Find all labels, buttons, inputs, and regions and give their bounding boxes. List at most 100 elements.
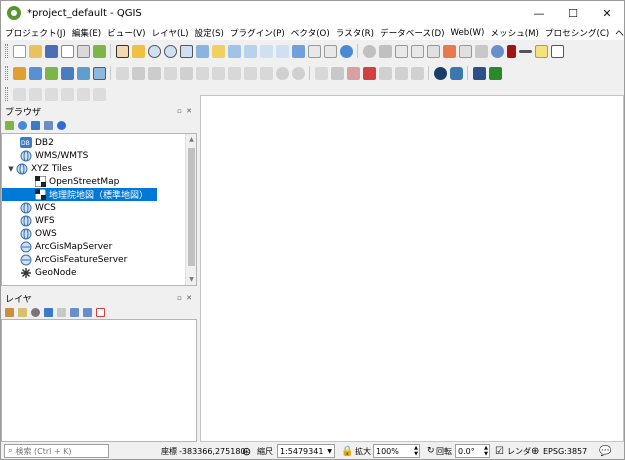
add-part-icon[interactable] bbox=[44, 87, 58, 101]
zoom-full-icon[interactable] bbox=[195, 44, 209, 58]
collapse-all-icon[interactable] bbox=[44, 120, 53, 130]
edit-pencil-icon[interactable] bbox=[115, 66, 129, 80]
paste-features-icon[interactable] bbox=[259, 66, 273, 80]
move-feature-icon[interactable] bbox=[195, 66, 209, 80]
browser-tree[interactable]: DB DB2 WMS/WMTS ▼ XYZ Tiles OpenStreetMa… bbox=[1, 133, 197, 286]
measure-icon[interactable] bbox=[518, 49, 532, 53]
new-temporary-layer-icon[interactable] bbox=[76, 66, 90, 80]
field-calculator-icon[interactable] bbox=[474, 44, 488, 58]
menu-edit[interactable]: 編集(E) bbox=[72, 27, 101, 39]
tree-item-wfs[interactable]: WFS bbox=[2, 214, 185, 227]
whats-this-icon[interactable] bbox=[488, 66, 502, 80]
text-annotation-icon[interactable] bbox=[550, 44, 564, 58]
undo-icon[interactable] bbox=[275, 66, 289, 80]
open-project-icon[interactable] bbox=[28, 44, 42, 58]
maximize-button[interactable]: ☐ bbox=[556, 1, 590, 25]
new-project-icon[interactable] bbox=[12, 44, 26, 58]
change-label-icon[interactable] bbox=[410, 66, 424, 80]
tree-item-arcgis-feature-server[interactable]: ArcGisFeatureServer bbox=[2, 253, 185, 266]
browser-scrollbar[interactable]: ▲ ▼ bbox=[185, 134, 196, 285]
zoom-to-layer-icon[interactable] bbox=[227, 44, 241, 58]
map-tips-icon[interactable] bbox=[534, 44, 548, 58]
label-toolbar-icon[interactable] bbox=[314, 66, 328, 80]
merge-features-icon[interactable] bbox=[92, 87, 106, 101]
new-virtual-layer-icon[interactable] bbox=[92, 66, 106, 80]
tree-item-wms-wmts[interactable]: WMS/WMTS bbox=[2, 149, 185, 162]
new-spatialite-icon[interactable] bbox=[60, 66, 74, 80]
panel-close-icon[interactable]: ✕ bbox=[186, 107, 193, 115]
scroll-down-icon[interactable]: ▼ bbox=[186, 274, 196, 285]
menu-help[interactable]: ヘルプ(H) bbox=[615, 27, 624, 39]
menu-layer[interactable]: レイヤ(L) bbox=[152, 27, 189, 39]
menu-web[interactable]: Web(W) bbox=[450, 28, 484, 38]
zoom-to-selection-icon[interactable] bbox=[211, 44, 225, 58]
messages-icon[interactable]: 💬 bbox=[599, 444, 611, 458]
menu-mesh[interactable]: メッシュ(M) bbox=[490, 27, 539, 39]
coordinate-value[interactable]: -383366,275180 bbox=[177, 444, 246, 458]
pin-labels-icon[interactable] bbox=[330, 66, 344, 80]
menu-plugins[interactable]: プラグイン(P) bbox=[230, 27, 285, 39]
filter-icon[interactable] bbox=[31, 120, 40, 130]
show-bookmarks-icon[interactable] bbox=[323, 44, 337, 58]
vertex-tool-icon[interactable] bbox=[179, 66, 193, 80]
menu-vector[interactable]: ベクタ(O) bbox=[291, 27, 330, 39]
open-attribute-table-icon[interactable] bbox=[458, 44, 472, 58]
lock-scale-icon[interactable]: 🔒 bbox=[341, 444, 353, 458]
menu-settings[interactable]: 設定(S) bbox=[195, 27, 224, 39]
move-label-icon[interactable] bbox=[378, 66, 392, 80]
python-console-icon[interactable] bbox=[449, 66, 463, 80]
plugin-globe-icon[interactable] bbox=[433, 66, 447, 80]
menu-raster[interactable]: ラスタ(R) bbox=[336, 27, 374, 39]
scroll-up-icon[interactable]: ▲ bbox=[186, 134, 196, 145]
save-project-icon[interactable] bbox=[44, 44, 58, 58]
tree-item-geonode[interactable]: GeoNode bbox=[2, 266, 185, 279]
statistics-sigma-icon[interactable] bbox=[506, 44, 516, 58]
redo-icon[interactable] bbox=[291, 66, 305, 80]
toggle-editing-icon[interactable] bbox=[131, 66, 145, 80]
expand-all-icon[interactable] bbox=[70, 307, 79, 317]
locator-search-input[interactable]: ⌕ 検索 (Ctrl + K) bbox=[4, 444, 109, 458]
select-by-expression-icon[interactable] bbox=[426, 44, 440, 58]
add-group-icon[interactable] bbox=[18, 307, 27, 317]
delete-selected-icon[interactable] bbox=[211, 66, 225, 80]
menu-view[interactable]: ビュー(V) bbox=[107, 27, 145, 39]
tree-item-gsi-standard-map[interactable]: 地理院地図（標準地図） bbox=[2, 188, 157, 201]
menu-processing[interactable]: プロセシング(C) bbox=[545, 27, 609, 39]
zoom-native-icon[interactable] bbox=[243, 44, 257, 58]
save-edits-icon[interactable] bbox=[147, 66, 161, 80]
copy-features-icon[interactable] bbox=[243, 66, 257, 80]
manage-themes-icon[interactable] bbox=[31, 307, 40, 317]
identify-icon[interactable] bbox=[362, 44, 376, 58]
crs-button[interactable]: EPSG:3857 bbox=[543, 444, 587, 458]
menu-database[interactable]: データベース(D) bbox=[380, 27, 444, 39]
tree-item-openstreetmap[interactable]: OpenStreetMap bbox=[2, 175, 185, 188]
pan-hand-icon[interactable] bbox=[115, 44, 129, 58]
zoom-last-icon[interactable] bbox=[259, 44, 273, 58]
cut-features-icon[interactable] bbox=[227, 66, 241, 80]
new-geopackage-icon[interactable] bbox=[28, 66, 42, 80]
highlight-pinned-labels-icon[interactable] bbox=[346, 66, 360, 80]
new-map-view-icon[interactable] bbox=[291, 44, 305, 58]
help-contents-icon[interactable] bbox=[472, 66, 486, 80]
rotate-label-icon[interactable] bbox=[394, 66, 408, 80]
properties-info-icon[interactable] bbox=[57, 120, 66, 130]
style-manager-icon[interactable] bbox=[92, 44, 106, 58]
zoom-in-icon[interactable] bbox=[147, 44, 161, 58]
new-print-layout-icon[interactable] bbox=[60, 44, 74, 58]
toggle-extents-icon[interactable]: ⊛ bbox=[242, 444, 251, 458]
map-canvas[interactable] bbox=[200, 95, 624, 442]
zoom-out-icon[interactable] bbox=[163, 44, 177, 58]
tree-item-xyz-tiles[interactable]: ▼ XYZ Tiles bbox=[2, 162, 185, 175]
pan-to-selection-icon[interactable] bbox=[131, 44, 145, 58]
deselect-all-icon[interactable] bbox=[442, 44, 456, 58]
split-features-icon[interactable] bbox=[76, 87, 90, 101]
panel-close-icon[interactable]: ✕ bbox=[186, 294, 193, 302]
panel-float-icon[interactable]: ▫ bbox=[177, 107, 183, 115]
filter-legend-icon[interactable] bbox=[44, 307, 53, 317]
menu-project[interactable]: プロジェクト(J) bbox=[5, 27, 66, 39]
new-shapefile-icon[interactable] bbox=[44, 66, 58, 80]
render-checkbox[interactable]: ☑ bbox=[495, 444, 504, 458]
add-layer-icon[interactable] bbox=[5, 120, 14, 130]
tree-item-ows[interactable]: OWS bbox=[2, 227, 185, 240]
show-hide-labels-icon[interactable] bbox=[362, 66, 376, 80]
